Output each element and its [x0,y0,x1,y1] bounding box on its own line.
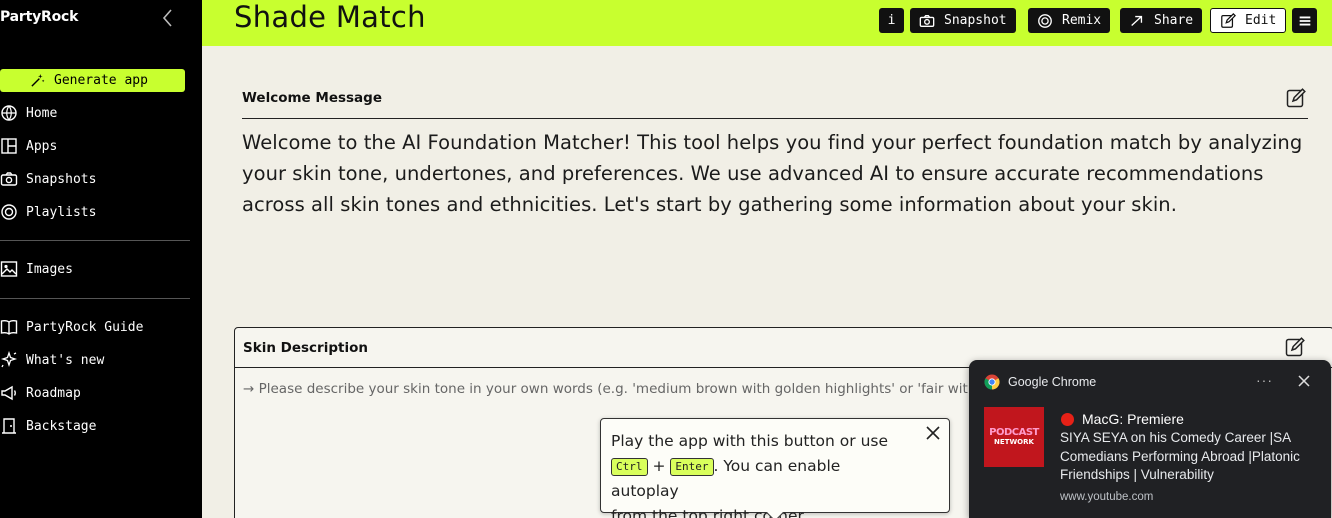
snapshot-button[interactable]: Snapshot [910,8,1016,33]
widget-divider [242,118,1308,119]
notification-source: www.youtube.com [1060,491,1154,503]
door-icon [2,418,16,434]
live-dot-icon [1061,412,1074,426]
app-title: Shade Match [234,0,426,34]
sidebar-item-label: PartyRock Guide [26,319,144,335]
camera-icon [0,172,18,186]
sidebar-item-playlists[interactable]: Playlists [0,202,96,222]
generate-app-button[interactable]: Generate app [0,69,185,92]
sidebar-item-label: What's new [26,352,105,368]
sparkle-icon [0,351,18,368]
collapse-sidebar-icon[interactable] [158,7,178,29]
sidebar-item-guide[interactable]: PartyRock Guide [0,317,143,337]
edit-widget-icon[interactable] [1285,337,1305,357]
app-header: Shade Match i Snapshot Remix Share Edit [202,0,1332,46]
sidebar-item-label: Snapshots [26,171,97,187]
sidebar-divider [0,298,190,299]
remix-button[interactable]: Remix [1028,8,1111,33]
headline-text: MacG: Premiere [1082,411,1184,427]
notification-thumbnail: PODCAST NETWORK [984,407,1044,467]
snapshot-label: Snapshot [944,13,1007,28]
edit-label: Edit [1245,13,1277,28]
sidebar-item-snapshots[interactable]: Snapshots [0,169,96,189]
sidebar-item-label: Playlists [26,204,97,220]
plus-sign: + [652,457,666,475]
megaphone-icon [1,385,16,401]
more-options-icon[interactable]: ··· [1256,372,1273,388]
welcome-message-text: Welcome to the AI Foundation Matcher! Th… [242,131,1303,216]
enter-key: Enter [670,457,714,476]
images-icon [0,261,18,277]
sidebar-divider [0,240,190,241]
playlist-icon [1,204,17,220]
thumbnail-text: PODCAST [989,426,1039,438]
ctrl-key: Ctrl [611,457,648,476]
skin-widget-title: Skin Description [243,340,368,356]
apps-icon [1,138,17,154]
sidebar-item-label: Home [26,105,58,121]
sidebar-item-home[interactable]: Home [0,103,57,123]
sidebar-item-whats-new[interactable]: What's new [0,350,104,370]
sidebar-item-label: Images [26,261,73,277]
remix-icon [1038,13,1052,28]
thumbnail-subtext: NETWORK [994,437,1034,446]
edit-icon [1221,12,1236,28]
globe-icon [1,105,17,121]
chrome-logo-icon [984,374,1000,390]
arrow-right-icon [1131,15,1143,26]
share-button[interactable]: Share [1120,8,1203,33]
magic-wand-icon [31,73,45,87]
book-icon [0,320,18,335]
tooltip-line1: Play the app with this button or use [611,432,889,450]
close-icon[interactable] [925,425,941,441]
sidebar: PartyRock Generate app Home Apps Snapsho… [0,0,202,518]
brand-logo[interactable]: PartyRock [0,9,78,25]
skin-description-input[interactable]: → Please describe your skin tone in your… [243,381,1002,397]
edit-button[interactable]: Edit [1210,8,1287,33]
camera-icon [919,14,935,27]
info-label: i [887,13,896,28]
sidebar-item-label: Apps [26,138,58,154]
sidebar-item-label: Backstage [26,418,97,434]
menu-button[interactable] [1292,8,1317,33]
share-label: Share [1154,13,1194,28]
info-button[interactable]: i [879,8,904,33]
close-icon[interactable] [1298,375,1310,387]
remix-label: Remix [1062,13,1102,28]
generate-app-label: Generate app [54,73,148,88]
chrome-notification[interactable]: Google Chrome ··· PODCAST NETWORK MacG: … [969,360,1331,518]
notification-headline: MacG: Premiere [1061,411,1184,427]
play-hint-tooltip: Play the app with this button or use Ctr… [600,418,950,518]
sidebar-item-roadmap[interactable]: Roadmap [0,383,81,403]
sidebar-item-label: Roadmap [26,385,81,401]
sidebar-item-images[interactable]: Images [0,259,73,279]
hamburger-icon [1299,16,1310,25]
notification-app-name: Google Chrome [1008,375,1097,389]
sidebar-item-backstage[interactable]: Backstage [0,416,96,436]
notification-body: SIYA SEYA on his Comedy Career |SA Comed… [1060,430,1300,482]
welcome-widget-title: Welcome Message [242,90,382,106]
sidebar-item-apps[interactable]: Apps [0,136,57,156]
edit-widget-icon[interactable] [1286,88,1306,108]
